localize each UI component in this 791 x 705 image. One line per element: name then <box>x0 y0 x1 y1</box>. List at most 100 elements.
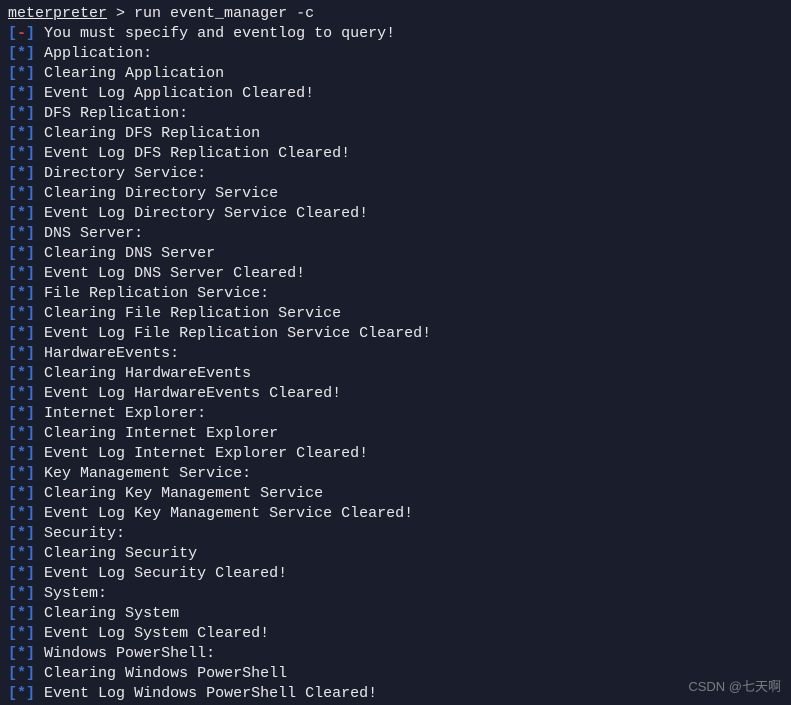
output-line: [*] HardwareEvents: <box>8 344 783 364</box>
star-icon: * <box>17 545 26 562</box>
star-icon: * <box>17 405 26 422</box>
star-icon: * <box>17 45 26 62</box>
star-icon: * <box>17 665 26 682</box>
output-text: Directory Service: <box>35 165 206 182</box>
output-line: [*] Clearing Application <box>8 64 783 84</box>
info-bracket-open: [ <box>8 385 17 402</box>
star-icon: * <box>17 505 26 522</box>
info-bracket-close: ] <box>26 545 35 562</box>
info-bracket-open: [ <box>8 585 17 602</box>
output-line: [*] Directory Service: <box>8 164 783 184</box>
error-line: [-] You must specify and eventlog to que… <box>8 24 783 44</box>
output-line: [*] Event Log Internet Explorer Cleared! <box>8 444 783 464</box>
output-line: [*] Event Log Key Management Service Cle… <box>8 504 783 524</box>
output-text: Clearing HardwareEvents <box>35 365 251 382</box>
info-bracket-open: [ <box>8 645 17 662</box>
info-bracket-close: ] <box>26 605 35 622</box>
info-bracket-open: [ <box>8 285 17 302</box>
output-text: Clearing Key Management Service <box>35 485 323 502</box>
output-line: [*] Key Management Service: <box>8 464 783 484</box>
output-line: [*] DFS Replication: <box>8 104 783 124</box>
output-line: [*] Clearing DNS Server <box>8 244 783 264</box>
info-bracket-close: ] <box>26 525 35 542</box>
output-text: Internet Explorer: <box>35 405 206 422</box>
star-icon: * <box>17 265 26 282</box>
output-text: Clearing Internet Explorer <box>35 425 278 442</box>
output-text: Event Log DFS Replication Cleared! <box>35 145 350 162</box>
star-icon: * <box>17 65 26 82</box>
info-bracket-close: ] <box>26 185 35 202</box>
info-bracket-open: [ <box>8 565 17 582</box>
info-bracket-open: [ <box>8 405 17 422</box>
prompt-command: run event_manager -c <box>134 5 314 22</box>
info-bracket-close: ] <box>26 265 35 282</box>
info-bracket-open: [ <box>8 365 17 382</box>
output-text: Clearing File Replication Service <box>35 305 341 322</box>
output-line: [*] Event Log File Replication Service C… <box>8 324 783 344</box>
error-bracket-close: ] <box>26 25 35 42</box>
info-bracket-close: ] <box>26 465 35 482</box>
output-text: Event Log Internet Explorer Cleared! <box>35 445 368 462</box>
output-line: [*] Windows PowerShell: <box>8 644 783 664</box>
star-icon: * <box>17 465 26 482</box>
info-bracket-close: ] <box>26 285 35 302</box>
output-line: [*] Clearing HardwareEvents <box>8 364 783 384</box>
info-bracket-close: ] <box>26 205 35 222</box>
info-bracket-open: [ <box>8 625 17 642</box>
output-text: Event Log Security Cleared! <box>35 565 287 582</box>
star-icon: * <box>17 245 26 262</box>
info-bracket-open: [ <box>8 85 17 102</box>
info-bracket-open: [ <box>8 125 17 142</box>
star-icon: * <box>17 125 26 142</box>
prompt-line: meterpreter > run event_manager -c <box>8 4 783 24</box>
output-line: [*] Security: <box>8 524 783 544</box>
output-line: [*] DNS Server: <box>8 224 783 244</box>
output-text: DNS Server: <box>35 225 143 242</box>
output-line: [*] Clearing Security <box>8 544 783 564</box>
output-line: [*] Clearing Windows PowerShell <box>8 664 783 684</box>
star-icon: * <box>17 385 26 402</box>
output-line: [*] File Replication Service: <box>8 284 783 304</box>
info-bracket-close: ] <box>26 85 35 102</box>
output-text: Event Log Application Cleared! <box>35 85 314 102</box>
output-line: [*] System: <box>8 584 783 604</box>
output-line: [*] Clearing DFS Replication <box>8 124 783 144</box>
output-line: [*] Event Log HardwareEvents Cleared! <box>8 384 783 404</box>
output-text: HardwareEvents: <box>35 345 179 362</box>
star-icon: * <box>17 425 26 442</box>
output-text: Event Log System Cleared! <box>35 625 269 642</box>
info-bracket-open: [ <box>8 425 17 442</box>
star-icon: * <box>17 365 26 382</box>
minus-icon: - <box>17 25 26 42</box>
watermark: CSDN @七天啊 <box>688 677 781 697</box>
star-icon: * <box>17 485 26 502</box>
star-icon: * <box>17 585 26 602</box>
output-text: DFS Replication: <box>35 105 188 122</box>
output-line: [*] Event Log Application Cleared! <box>8 84 783 104</box>
info-bracket-close: ] <box>26 565 35 582</box>
output-text: Event Log Key Management Service Cleared… <box>35 505 413 522</box>
info-bracket-close: ] <box>26 405 35 422</box>
output-text: File Replication Service: <box>35 285 269 302</box>
info-bracket-open: [ <box>8 445 17 462</box>
star-icon: * <box>17 305 26 322</box>
info-bracket-open: [ <box>8 145 17 162</box>
info-bracket-open: [ <box>8 525 17 542</box>
info-bracket-close: ] <box>26 145 35 162</box>
info-bracket-open: [ <box>8 45 17 62</box>
star-icon: * <box>17 525 26 542</box>
output-text: Clearing DFS Replication <box>35 125 260 142</box>
info-bracket-open: [ <box>8 685 17 702</box>
star-icon: * <box>17 225 26 242</box>
prompt-label: meterpreter <box>8 5 107 22</box>
star-icon: * <box>17 285 26 302</box>
info-bracket-close: ] <box>26 425 35 442</box>
output-line: [*] Clearing System <box>8 604 783 624</box>
star-icon: * <box>17 605 26 622</box>
output-line: [*] Event Log System Cleared! <box>8 624 783 644</box>
info-bracket-close: ] <box>26 165 35 182</box>
star-icon: * <box>17 145 26 162</box>
output-line: [*] Event Log Directory Service Cleared! <box>8 204 783 224</box>
info-bracket-open: [ <box>8 325 17 342</box>
output-line: [*] Internet Explorer: <box>8 404 783 424</box>
